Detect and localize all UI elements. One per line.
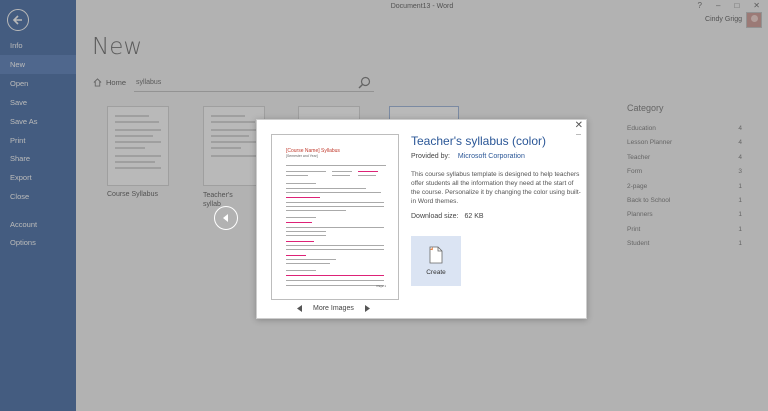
create-label: Create — [426, 269, 446, 276]
template-preview-dialog: ✕ [Course Name] Syllabus [Semester and Y… — [256, 119, 587, 319]
provided-by: Provided by: Microsoft Corporation — [411, 153, 525, 160]
download-size-label: Download size: — [411, 213, 459, 220]
pin-icon[interactable] — [576, 134, 581, 135]
provider-link[interactable]: Microsoft Corporation — [458, 153, 525, 160]
template-preview-image: [Course Name] Syllabus [Semester and Yea… — [271, 134, 399, 300]
provided-by-label: Provided by: — [411, 153, 450, 160]
new-document-icon — [429, 246, 443, 264]
previous-template-button[interactable] — [214, 206, 238, 230]
chevron-right-icon[interactable] — [364, 305, 370, 312]
download-size: Download size: 62 KB — [411, 213, 484, 220]
thumb-page-number: Page 1 — [376, 284, 386, 288]
chevron-left-icon[interactable] — [297, 305, 303, 312]
thumb-subtitle: [Semester and Year] — [286, 154, 318, 158]
more-images-control: More Images — [297, 305, 370, 312]
template-description: This course syllabus template is designe… — [411, 171, 581, 205]
dialog-title: Teacher's syllabus (color) — [411, 134, 547, 148]
arrow-left-icon — [223, 214, 228, 222]
close-icon[interactable]: ✕ — [575, 120, 583, 131]
download-size-value: 62 KB — [464, 213, 484, 220]
more-images-label[interactable]: More Images — [313, 305, 354, 312]
create-button[interactable]: Create — [411, 236, 461, 286]
